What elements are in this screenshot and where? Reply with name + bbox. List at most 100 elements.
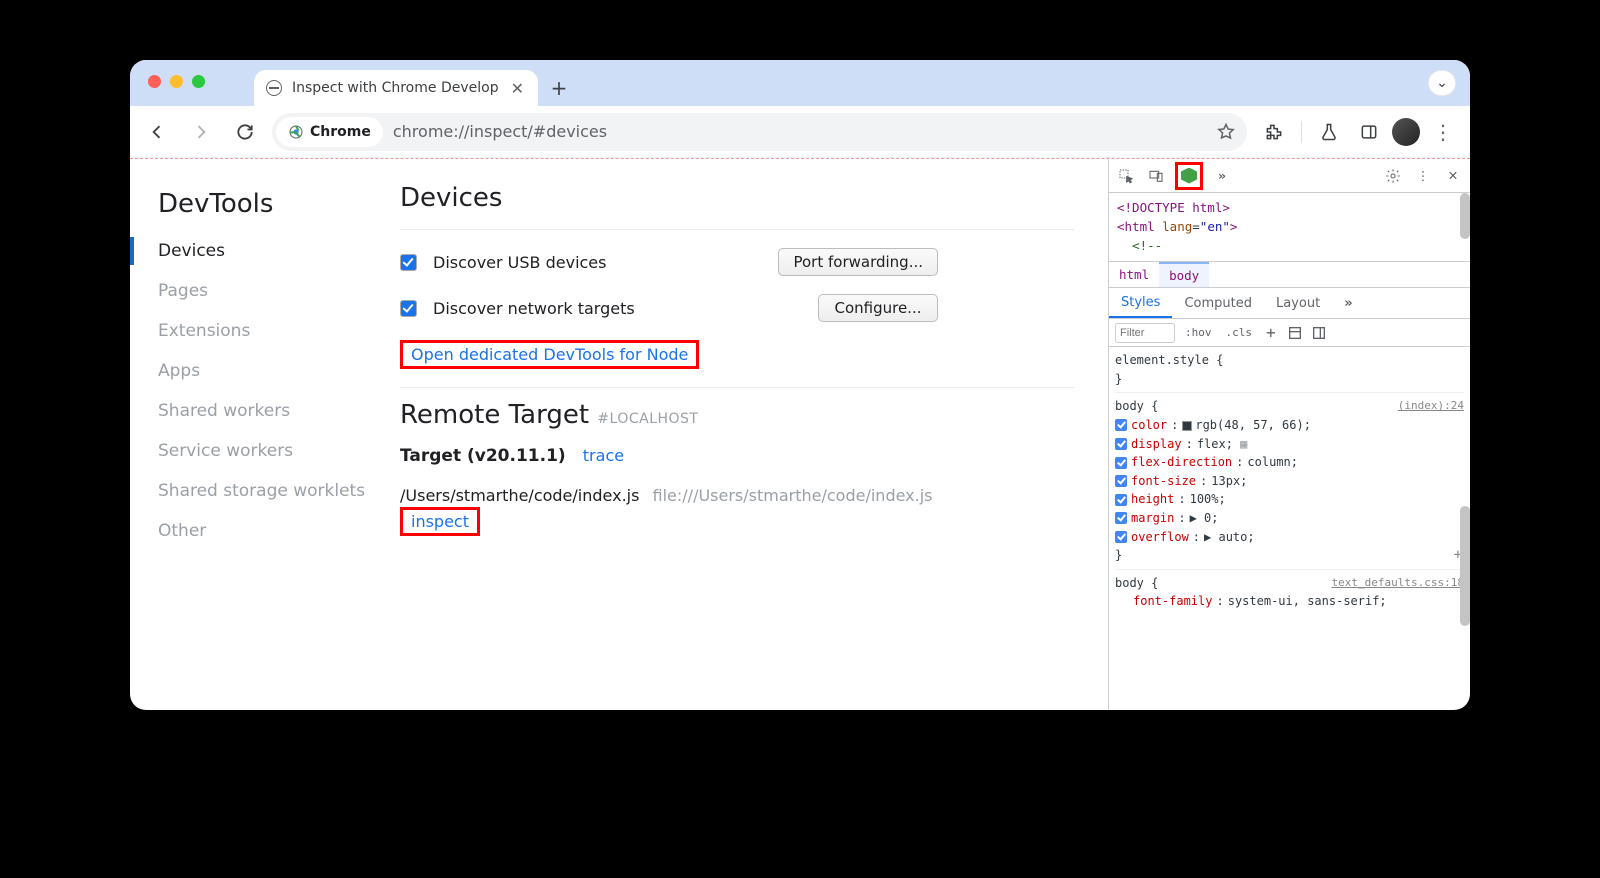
styles-filter-input[interactable] [1115,323,1175,343]
declaration-checkbox[interactable] [1115,438,1127,450]
inspect-element-icon[interactable] [1115,165,1137,187]
tab-layout[interactable]: Layout [1264,288,1332,318]
port-forwarding-button[interactable]: Port forwarding... [778,248,938,276]
css-val: rgb(48, 57, 66); [1182,416,1311,435]
inspect-link[interactable]: inspect [411,512,469,531]
css-prop: color [1131,416,1167,435]
css-prop: margin [1131,509,1174,528]
sidebar-nav: Devices Pages Extensions Apps Shared workers… [158,241,400,541]
tab-computed[interactable]: Computed [1172,288,1264,318]
separator [1301,121,1302,143]
trace-link[interactable]: trace [583,446,624,465]
omnibox[interactable]: Chrome chrome://inspect/#devices [272,113,1247,151]
profile-avatar[interactable] [1392,118,1420,146]
remote-target-heading: Remote Target [400,400,589,430]
sidebar-item-apps[interactable]: Apps [158,361,400,381]
minimize-window-button[interactable] [170,75,183,88]
tab-list-dropdown[interactable]: ⌄ [1428,70,1456,96]
sidebar-item-pages[interactable]: Pages [158,281,400,301]
css-declaration[interactable]: display: flex; ▦ [1115,435,1464,454]
nodejs-icon[interactable] [1178,165,1200,187]
close-devtools-icon[interactable]: ✕ [1442,165,1464,187]
sidebar-item-extensions[interactable]: Extensions [158,321,400,341]
sidebar-item-other[interactable]: Other [158,521,400,541]
rule-source-link[interactable]: (index):24 [1398,397,1464,414]
hov-toggle[interactable]: :hov [1181,326,1216,339]
tab-title: Inspect with Chrome Develop [292,80,499,96]
scrollbar-thumb[interactable] [1460,506,1470,626]
breadcrumb-body[interactable]: body [1159,262,1209,287]
main-panel: Devices Discover USB devices Port forwar… [400,159,1108,710]
reload-button[interactable] [228,115,262,149]
body-rule-2: text_defaults.css:18 body { font-family:… [1115,574,1464,615]
open-dedicated-devtools-link[interactable]: Open dedicated DevTools for Node [411,345,688,364]
forward-button[interactable] [184,115,218,149]
breadcrumb-html[interactable]: html [1109,262,1159,287]
devtools-panel: » ⋮ ✕ <!DOCTYPE html> <html lang="en"> <… [1108,159,1470,710]
discover-usb-label: Discover USB devices [433,253,606,272]
declaration-checkbox[interactable] [1115,512,1127,524]
declaration-checkbox[interactable] [1115,419,1127,431]
styles-body[interactable]: element.style {} (index):24 body { color… [1109,347,1470,710]
remote-target-subheading: #LOCALHOST [597,411,698,427]
css-declaration[interactable]: color: rgb(48, 57, 66); [1115,416,1464,435]
sidebar-item-shared-workers[interactable]: Shared workers [158,401,400,421]
declaration-checkbox[interactable] [1115,475,1127,487]
rule-source-link[interactable]: text_defaults.css:18 [1332,574,1464,591]
sidebar-item-devices[interactable]: Devices [158,241,400,261]
css-declaration[interactable]: margin: ▶ 0; [1115,509,1464,528]
back-button[interactable] [140,115,174,149]
settings-gear-icon[interactable] [1382,165,1404,187]
css-declaration[interactable]: height: 100%; [1115,490,1464,509]
toolbar-actions: ⋮ [1257,115,1460,149]
browser-window: Inspect with Chrome Develop ✕ + ⌄ Chrome… [130,60,1470,710]
css-prop: font-size [1131,472,1196,491]
extensions-icon[interactable] [1257,115,1291,149]
declaration-checkbox[interactable] [1115,531,1127,543]
site-chip[interactable]: Chrome [276,117,383,147]
new-tab-button[interactable]: + [544,73,574,103]
devtools-tabbar: » ⋮ ✕ [1109,159,1470,193]
remote-target-section: Remote Target #LOCALHOST Target (v20.11.… [400,387,1074,554]
fullscreen-window-button[interactable] [192,75,205,88]
dom-doctype: <!DOCTYPE html> [1117,200,1230,215]
cls-toggle[interactable]: .cls [1222,326,1257,339]
devices-section: Discover USB devices Port forwarding... … [400,229,1074,387]
declaration-checkbox[interactable] [1115,494,1127,506]
css-prop: flex-direction [1131,453,1232,472]
dom-breadcrumb: html body [1109,261,1470,287]
sidebar-item-shared-storage-worklets[interactable]: Shared storage worklets [158,481,400,501]
more-tabs-icon[interactable]: » [1211,165,1233,187]
more-styles-tabs-icon[interactable]: » [1332,288,1364,318]
browser-menu-icon[interactable]: ⋮ [1426,115,1460,149]
computed-styles-icon[interactable] [1286,322,1304,344]
window-controls [148,75,205,88]
tab-styles[interactable]: Styles [1109,288,1172,318]
target-file-url: file:///Users/stmarthe/code/index.js [653,486,933,505]
dom-tree[interactable]: <!DOCTYPE html> <html lang="en"> <!-- [1109,193,1470,261]
css-declaration[interactable]: overflow: ▶ auto; [1115,528,1464,547]
close-tab-icon[interactable]: ✕ [509,79,526,98]
inspect-page: DevTools DevicesPagesExtensionsAppsShare… [130,159,1108,710]
declaration-checkbox[interactable] [1115,457,1127,469]
css-val: 100%; [1190,490,1226,509]
close-window-button[interactable] [148,75,161,88]
css-declaration[interactable]: font-size: 13px; [1115,472,1464,491]
side-panel-icon[interactable] [1352,115,1386,149]
device-toolbar-icon[interactable] [1145,165,1167,187]
discover-network-checkbox[interactable] [400,300,417,317]
css-declaration[interactable]: flex-direction: column; [1115,453,1464,472]
discover-usb-checkbox[interactable] [400,254,417,271]
devtools-sidebar: DevTools DevicesPagesExtensionsAppsShare… [130,159,400,710]
sidebar-item-service-workers[interactable]: Service workers [158,441,400,461]
labs-icon[interactable] [1312,115,1346,149]
toggle-sidebar-icon[interactable] [1310,322,1328,344]
new-style-rule-icon[interactable]: + [1262,323,1280,342]
browser-tab[interactable]: Inspect with Chrome Develop ✕ [254,70,538,106]
devtools-menu-icon[interactable]: ⋮ [1412,165,1434,187]
bookmark-star-icon[interactable] [1209,122,1243,142]
css-val: column; [1247,453,1298,472]
configure-button[interactable]: Configure... [818,294,938,322]
inspect-highlight: inspect [400,507,480,536]
css-prop: display [1131,435,1182,454]
